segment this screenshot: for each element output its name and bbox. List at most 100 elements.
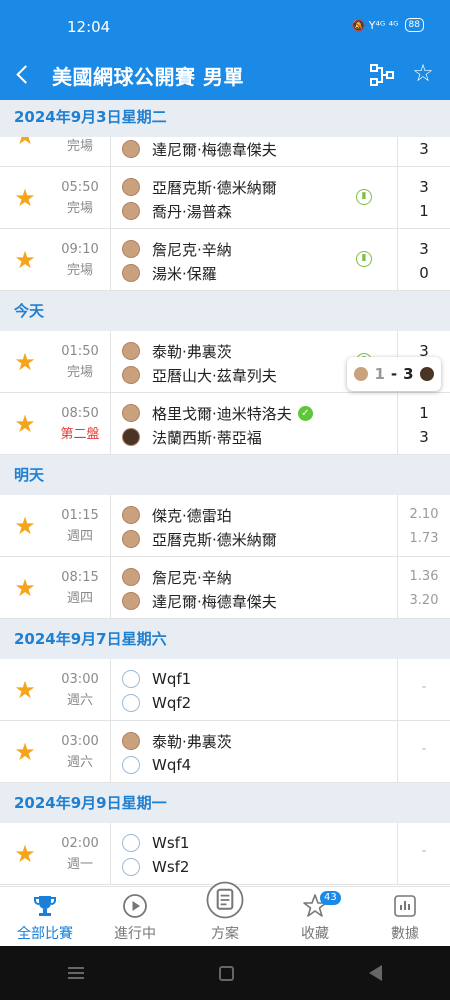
battery-icon: 88 xyxy=(404,18,424,32)
avatar xyxy=(122,240,140,258)
score: 1 xyxy=(419,202,429,220)
star-icon[interactable]: ★ xyxy=(0,659,50,721)
avatar xyxy=(122,530,140,548)
player-name: 達尼爾·梅德韋傑夫 xyxy=(152,592,277,611)
player-name: 亞曆克斯·德米納爾 xyxy=(152,178,277,197)
player-name: Wsf1 xyxy=(152,834,190,852)
status-time: 12:04 xyxy=(67,18,111,36)
avatar xyxy=(122,670,140,688)
date-header: 2024年9月7日星期六 xyxy=(0,619,450,659)
star-icon[interactable]: ★ xyxy=(0,721,50,783)
tab-label: 方案 xyxy=(211,926,239,942)
player-name: 達尼爾·梅德韋傑夫 xyxy=(152,140,277,159)
popup-home-score: 1 xyxy=(374,365,385,383)
date-header: 明天 xyxy=(0,455,450,495)
player-name: 詹尼克·辛納 xyxy=(152,240,232,259)
tab-all-matches[interactable]: 全部比賽 xyxy=(0,887,90,946)
match-status: 完場 xyxy=(66,263,93,278)
match-status: 週四 xyxy=(66,529,93,544)
odds: 2.10 xyxy=(409,507,439,522)
score: 0 xyxy=(419,264,429,282)
star-icon[interactable]: ★ xyxy=(0,137,50,166)
match-time: 01:15 xyxy=(61,508,99,523)
bar-chart-icon xyxy=(394,895,416,917)
avatar xyxy=(122,202,140,220)
match-time: 08:50 xyxy=(61,406,99,421)
match-time: 03:00 xyxy=(61,672,99,687)
player-name: 傑克·德雷珀 xyxy=(152,506,232,525)
match-row[interactable]: ★ 02:00 週一 Wsf1 Wsf2 - xyxy=(0,823,450,885)
star-icon[interactable]: ★ xyxy=(0,495,50,557)
tab-plans[interactable]: 方案 xyxy=(180,881,270,946)
match-time: 03:00 xyxy=(61,734,99,749)
star-icon[interactable]: ★ xyxy=(0,229,50,291)
bottom-tab-bar: 全部比賽 進行中 方案 43 收藏 數據 xyxy=(0,881,450,946)
match-row[interactable]: ★ 05:50 完場 亞曆克斯·德米納爾 喬丹·湯普森 ▮ 3 1 xyxy=(0,167,450,229)
favorite-star-icon[interactable]: ☆ xyxy=(410,60,436,86)
match-row[interactable]: ★ 03:00 週六 泰勒·弗裏茨 Wqf4 - xyxy=(0,721,450,783)
status-bar: 12:04 🔕 Y⁴ᴳ ⁴ᴳ 88 xyxy=(0,0,450,54)
recents-icon[interactable] xyxy=(67,967,84,979)
tab-data[interactable]: 數據 xyxy=(360,887,450,946)
match-row[interactable]: ★ 03:00 週六 Wqf1 Wqf2 - xyxy=(0,659,450,721)
match-status: 完場 xyxy=(66,139,93,154)
match-status: 週六 xyxy=(66,755,93,770)
score: 3 xyxy=(419,240,429,258)
star-icon[interactable]: ★ xyxy=(0,393,50,455)
no-odds: - xyxy=(421,679,427,695)
live-score-popup[interactable]: 1 - 3 xyxy=(347,357,441,391)
check-icon: ✓ xyxy=(297,405,313,421)
player-name: 喬丹·湯普森 xyxy=(152,202,232,221)
top-app-bar: 美國網球公開賽 男單 ☆ xyxy=(0,54,450,100)
player-name: 格里戈爾·迪米特洛夫 xyxy=(152,404,292,423)
system-back-icon[interactable] xyxy=(369,965,383,981)
avatar xyxy=(122,428,140,446)
odds: 3.20 xyxy=(409,593,439,608)
avatar xyxy=(122,366,140,384)
popup-away-score: 3 xyxy=(403,365,414,383)
stats-icon[interactable]: ▮ xyxy=(356,189,372,205)
signal-icons: 🔕 Y⁴ᴳ ⁴ᴳ xyxy=(351,18,399,32)
match-time: 08:15 xyxy=(61,570,99,585)
player-name: 泰勒·弗裏茨 xyxy=(152,732,232,751)
match-status: 完場 xyxy=(66,365,93,380)
player-name: 湯米·保羅 xyxy=(152,264,217,283)
trophy-icon xyxy=(34,896,56,916)
match-status: 完場 xyxy=(66,201,93,216)
status-icons: 🔕 Y⁴ᴳ ⁴ᴳ 88 xyxy=(352,18,424,32)
tab-label: 全部比賽 xyxy=(17,926,73,942)
player-name: Wqf2 xyxy=(152,694,192,712)
back-button[interactable] xyxy=(10,57,36,91)
avatar xyxy=(122,756,140,774)
tab-favorites[interactable]: 43 收藏 xyxy=(270,887,360,946)
star-icon[interactable]: ★ xyxy=(0,823,50,885)
home-icon[interactable] xyxy=(218,965,234,981)
match-time: 05:50 xyxy=(61,180,99,195)
date-header: 2024年9月9日星期一 xyxy=(0,783,450,823)
star-icon[interactable]: ★ xyxy=(0,331,50,393)
match-time: 01:50 xyxy=(61,344,99,359)
avatar xyxy=(122,506,140,524)
no-odds: - xyxy=(421,741,427,757)
avatar xyxy=(122,264,140,282)
match-row[interactable]: ★ 完場 達尼爾·梅德韋傑夫 3 xyxy=(0,137,450,167)
match-row[interactable]: ★ 08:50 第二盤 格里戈爾·迪米特洛夫 ✓ 法蘭西斯·蒂亞福 1 3 xyxy=(0,393,450,455)
avatar xyxy=(122,140,140,158)
avatar xyxy=(122,694,140,712)
match-row[interactable]: ★ 08:15 週四 詹尼克·辛納 達尼爾·梅德韋傑夫 1.36 3.20 xyxy=(0,557,450,619)
tab-live[interactable]: 進行中 xyxy=(90,887,180,946)
player-name: Wqf4 xyxy=(152,756,192,774)
date-header: 2024年9月3日星期二 xyxy=(0,100,450,137)
star-icon[interactable]: ★ xyxy=(0,557,50,619)
stats-icon[interactable]: ▮ xyxy=(356,251,372,267)
star-icon[interactable]: ★ xyxy=(0,167,50,229)
avatar xyxy=(122,592,140,610)
tab-label: 數據 xyxy=(391,926,419,942)
bracket-icon[interactable] xyxy=(369,62,395,88)
avatar xyxy=(122,342,140,360)
match-status: 第二盤 xyxy=(60,427,100,442)
match-time: 09:10 xyxy=(61,242,99,257)
match-row[interactable]: ★ 09:10 完場 詹尼克·辛納 湯米·保羅 ▮ 3 0 xyxy=(0,229,450,291)
score: 3 xyxy=(419,428,429,446)
match-row[interactable]: ★ 01:15 週四 傑克·德雷珀 亞曆克斯·德米納爾 2.10 1.73 xyxy=(0,495,450,557)
